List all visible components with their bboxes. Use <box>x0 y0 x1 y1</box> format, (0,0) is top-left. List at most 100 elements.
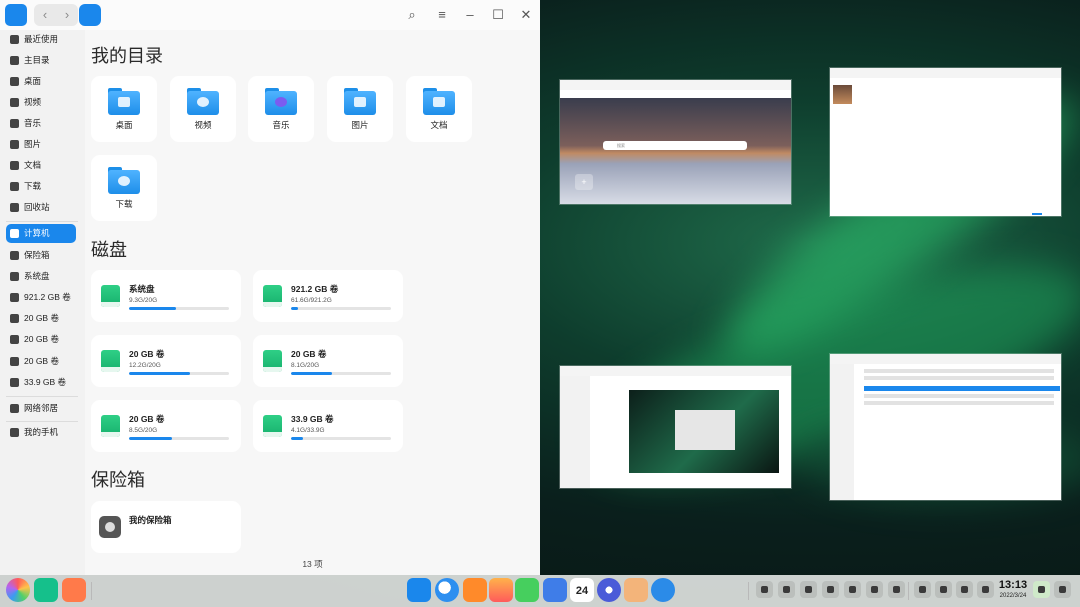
forward-arrow-icon[interactable]: › <box>56 4 78 26</box>
folder-documents[interactable]: 文档 <box>406 76 472 142</box>
sidebar-item-disk[interactable]: 20 GB 卷 <box>6 352 76 371</box>
sidebar-item-videos[interactable]: 视频 <box>6 93 76 112</box>
disk-icon <box>263 415 282 437</box>
document-folder-icon <box>423 88 455 115</box>
desktop-folder-icon <box>108 88 140 115</box>
shield-tray-icon[interactable] <box>778 581 795 598</box>
volume-icon[interactable] <box>844 581 861 598</box>
chat-app-icon[interactable] <box>624 578 648 602</box>
main-content: 我的目录 桌面 视频 音乐 图片 文档 下载 磁盘 系统盘 9.3G/20G 9… <box>85 30 540 575</box>
sidebar-item-computer[interactable]: 计算机 <box>6 224 76 243</box>
sidebar-divider <box>6 421 78 422</box>
workspace-icon[interactable] <box>62 578 86 602</box>
add-shortcut-icon: + <box>575 174 593 190</box>
disk-icon <box>101 415 120 437</box>
document-viewer-icon[interactable] <box>543 578 567 602</box>
sidebar-divider <box>6 221 78 222</box>
sidebar-item-disk[interactable]: 33.9 GB 卷 <box>6 373 76 392</box>
settings-icon[interactable] <box>597 578 621 602</box>
search-icon[interactable] <box>914 581 931 598</box>
brightness-icon[interactable] <box>866 581 883 598</box>
multitask-view-icon[interactable] <box>34 578 58 602</box>
zoom-slider <box>1032 213 1042 215</box>
display-tray-icon[interactable] <box>800 581 817 598</box>
folder-music[interactable]: 音乐 <box>248 76 314 142</box>
disk-icon <box>10 378 19 387</box>
disk-card[interactable]: 33.9 GB 卷 4.1G/33.9G <box>253 400 403 452</box>
sidebar-item-system-disk[interactable]: 系统盘 <box>6 267 76 286</box>
sidebar-item-recent[interactable]: 最近使用 <box>6 30 76 49</box>
picture-folder-icon <box>344 88 376 115</box>
sidebar-item-home[interactable]: 主目录 <box>6 51 76 70</box>
video-icon <box>10 98 19 107</box>
app-store-icon[interactable] <box>463 578 487 602</box>
music-player-icon[interactable] <box>515 578 539 602</box>
item-count-status: 13 项 <box>302 559 323 569</box>
sidebar-item-trash[interactable]: 回收站 <box>6 198 76 217</box>
disk-usage-bar <box>291 307 391 310</box>
computer-view-button[interactable] <box>79 4 101 26</box>
disk-usage-bar <box>291 372 391 375</box>
window-thumbnail-file-manager-screenshot[interactable] <box>560 366 791 488</box>
music-folder-icon <box>265 88 297 115</box>
sidebar-item-desktop[interactable]: 桌面 <box>6 72 76 91</box>
image-viewer-icon[interactable] <box>489 578 513 602</box>
close-icon[interactable]: ✕ <box>516 5 536 25</box>
dock-divider <box>748 582 749 600</box>
folder-desktop[interactable]: 桌面 <box>91 76 157 142</box>
system-disk-icon <box>101 285 120 307</box>
sidebar-item-disk[interactable]: 921.2 GB 卷 <box>6 288 76 307</box>
folder-downloads[interactable]: 下载 <box>91 155 157 221</box>
disk-icon <box>10 314 19 323</box>
chevron-right-icon[interactable] <box>888 581 905 598</box>
sidebar-item-network[interactable]: 网络邻居 <box>6 399 76 418</box>
browser-icon[interactable] <box>435 578 459 602</box>
clock-time[interactable]: 13:13 <box>996 579 1030 591</box>
trash-tray-icon[interactable] <box>1033 581 1050 598</box>
folder-pictures[interactable]: 图片 <box>327 76 393 142</box>
folder-videos[interactable]: 视频 <box>170 76 236 142</box>
dock-divider <box>908 582 909 600</box>
window-thumbnail-file-list[interactable] <box>830 354 1061 500</box>
transfer-tray-icon[interactable] <box>822 581 839 598</box>
menu-icon[interactable]: ≡ <box>432 5 452 25</box>
bluetooth-icon[interactable] <box>956 581 973 598</box>
computer-icon <box>10 229 19 238</box>
embedded-dialog <box>675 410 735 450</box>
download-folder-icon <box>108 167 140 194</box>
launcher-icon[interactable] <box>6 578 30 602</box>
security-center-icon[interactable] <box>651 578 675 602</box>
picture-icon <box>10 140 19 149</box>
back-arrow-icon[interactable]: ‹ <box>34 4 56 26</box>
sidebar-item-downloads[interactable]: 下载 <box>6 177 76 196</box>
maximize-icon[interactable]: ☐ <box>488 5 508 25</box>
disk-card[interactable]: 20 GB 卷 8.1G/20G <box>253 335 403 387</box>
screenshot-tray-icon[interactable] <box>756 581 773 598</box>
vault-card[interactable]: 我的保险箱 <box>91 501 241 553</box>
power-icon[interactable] <box>977 581 994 598</box>
search-icon[interactable]: ⌕ <box>402 5 422 25</box>
disk-card[interactable]: 20 GB 卷 12.2G/20G <box>91 335 241 387</box>
thumbnail-titlebar <box>560 366 791 376</box>
sidebar-item-phone[interactable]: 我的手机 <box>6 423 76 442</box>
disk-card[interactable]: 921.2 GB 卷 61.6G/921.2G <box>253 270 403 322</box>
sidebar-item-vault[interactable]: 保险箱 <box>6 246 76 265</box>
window-thumbnail-browser[interactable]: 搜索 + <box>560 80 791 204</box>
desktop-icon <box>10 77 19 86</box>
sidebar-item-pictures[interactable]: 图片 <box>6 135 76 154</box>
dock: 24 13:13 2022/3/24 <box>0 575 1080 607</box>
window-thumbnail-image-viewer[interactable] <box>830 68 1061 216</box>
calendar-icon[interactable]: 24 <box>570 578 594 602</box>
sidebar-item-disk[interactable]: 20 GB 卷 <box>6 309 76 328</box>
network-icon[interactable] <box>935 581 952 598</box>
disk-card[interactable]: 20 GB 卷 8.5G/20G <box>91 400 241 452</box>
minimize-icon[interactable]: – <box>460 5 480 25</box>
sidebar-item-documents[interactable]: 文档 <box>6 156 76 175</box>
notification-bell-icon[interactable] <box>1054 581 1071 598</box>
thumbnail-row <box>864 369 1054 373</box>
sidebar-item-disk[interactable]: 20 GB 卷 <box>6 330 76 349</box>
thumbnail-titlebar <box>560 80 791 90</box>
file-manager-icon[interactable] <box>407 578 431 602</box>
disk-card[interactable]: 系统盘 9.3G/20G <box>91 270 241 322</box>
sidebar-item-music[interactable]: 音乐 <box>6 114 76 133</box>
